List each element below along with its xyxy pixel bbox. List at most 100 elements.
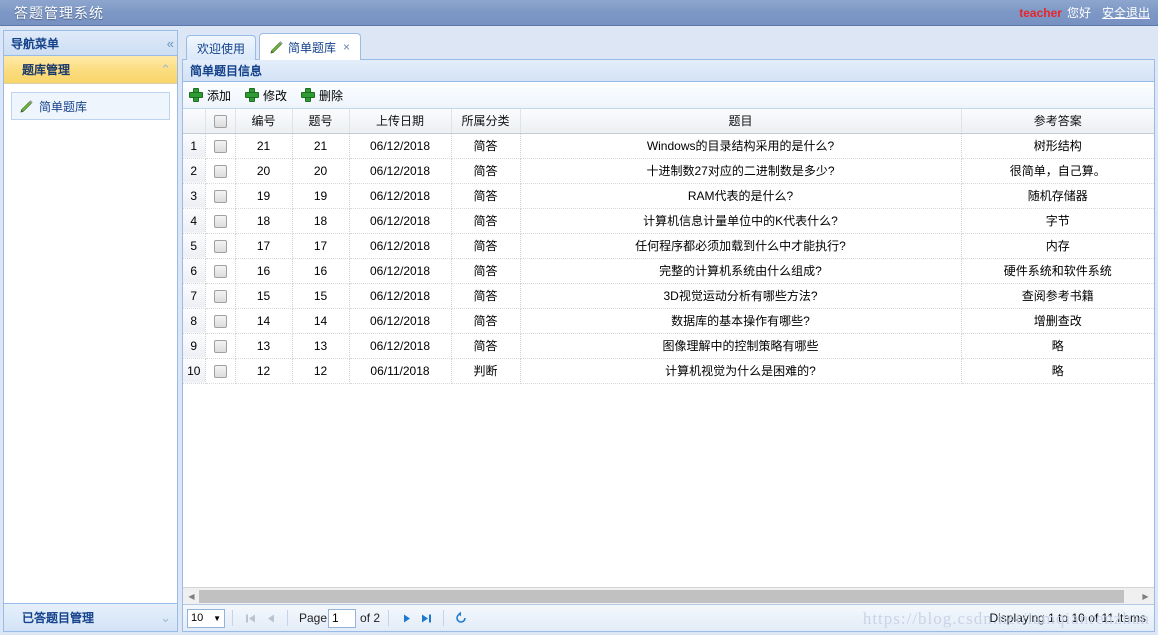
sidebar-title: 导航菜单 [11,36,60,51]
table-row[interactable]: 1 21 21 06/12/2018 简答 Windows的目录结构采用的是什么… [183,133,1154,159]
col-header-question[interactable]: 题目 [520,109,962,134]
cell-question: 十进制数27对应的二进制数是多少? [520,158,962,184]
table-row[interactable]: 7 15 15 06/12/2018 简答 3D视觉运动分析有哪些方法? 查阅参… [183,283,1154,309]
row-checkbox[interactable] [213,189,227,203]
edit-button[interactable]: 修改 [245,87,287,104]
add-button-label: 添加 [207,88,232,103]
table-row[interactable]: 8 14 14 06/12/2018 简答 数据库的基本操作有哪些? 增删查改 [183,308,1154,334]
table-row[interactable]: 5 17 17 06/12/2018 简答 任何程序都必须加载到什么中才能执行?… [183,233,1154,259]
row-number: 6 [183,258,206,284]
add-button[interactable]: 添加 [189,87,231,104]
sidebar-group-answered[interactable]: 已答题目管理 ⌄ [4,603,177,631]
delete-button[interactable]: 删除 [301,87,343,104]
cell-category: 判断 [451,358,521,384]
row-checkbox-cell[interactable] [205,233,236,259]
row-checkbox-cell[interactable] [205,258,236,284]
table-row[interactable]: 2 20 20 06/12/2018 简答 十进制数27对应的二进制数是多少? … [183,158,1154,184]
cell-id: 13 [235,333,293,359]
cell-question: Windows的目录结构采用的是什么? [520,133,962,159]
tab-simple-bank[interactable]: 简单题库 × [259,33,362,60]
cell-question: 完整的计算机系统由什么组成? [520,258,962,284]
cell-qno: 14 [292,308,350,334]
sidebar-group-label: 题库管理 [22,63,71,77]
page-size-select[interactable]: 10 ▼ [187,608,225,628]
scroll-right-icon[interactable]: ▶ [1138,588,1153,604]
cell-qno: 17 [292,233,350,259]
last-page-button[interactable] [416,608,436,628]
row-checkbox-cell[interactable] [205,283,236,309]
app-header: 答题管理系统 teacher 您好 安全退出 [0,0,1158,26]
row-checkbox[interactable] [213,289,227,303]
cell-answer: 略 [961,358,1154,384]
pencil-icon [270,40,283,54]
page-number-input[interactable] [328,608,357,628]
row-checkbox-cell[interactable] [205,308,236,334]
table-body: 1 21 21 06/12/2018 简答 Windows的目录结构采用的是什么… [183,133,1154,384]
cell-date: 06/12/2018 [349,308,452,334]
row-checkbox[interactable] [213,164,227,178]
table-row[interactable]: 6 16 16 06/12/2018 简答 完整的计算机系统由什么组成? 硬件系… [183,258,1154,284]
prev-page-button[interactable] [260,608,280,628]
first-page-button[interactable] [240,608,260,628]
row-number: 3 [183,183,206,209]
row-number: 8 [183,308,206,334]
sidebar-group-question-bank[interactable]: 题库管理 ⌃ [4,56,177,84]
row-number: 4 [183,208,206,234]
cell-answer: 树形结构 [961,133,1154,159]
scroll-left-icon[interactable]: ◀ [184,588,199,604]
close-icon[interactable]: × [343,40,350,54]
cell-category: 简答 [451,158,521,184]
cell-date: 06/12/2018 [349,183,452,209]
horizontal-scrollbar[interactable]: ◀ ▶ [183,587,1154,604]
col-header-select-all[interactable] [205,109,236,134]
logout-link[interactable]: 安全退出 [1102,4,1150,21]
row-checkbox-cell[interactable] [205,358,236,384]
col-header-date[interactable]: 上传日期 [349,109,452,134]
row-number: 5 [183,233,206,259]
select-all-checkbox[interactable] [213,114,227,128]
row-checkbox-cell[interactable] [205,183,236,209]
table-row[interactable]: 10 12 12 06/11/2018 判断 计算机视觉为什么是困难的? 略 [183,358,1154,384]
scrollbar-thumb[interactable] [199,589,1124,603]
col-header-category[interactable]: 所属分类 [451,109,521,134]
refresh-button[interactable] [451,608,471,628]
table-row[interactable]: 3 19 19 06/12/2018 简答 RAM代表的是什么? 随机存储器 [183,183,1154,209]
table-row[interactable]: 4 18 18 06/12/2018 简答 计算机信息计量单位中的K代表什么? … [183,208,1154,234]
cell-date: 06/12/2018 [349,133,452,159]
cell-date: 06/12/2018 [349,283,452,309]
tab-welcome[interactable]: 欢迎使用 [186,35,257,60]
tab-bar: 欢迎使用 简单题库 × [182,30,1155,60]
cell-answer: 很简单，自己算。 [961,158,1154,184]
row-checkbox-cell[interactable] [205,158,236,184]
row-checkbox-cell[interactable] [205,333,236,359]
cell-category: 简答 [451,333,521,359]
row-checkbox[interactable] [213,339,227,353]
tab-label: 欢迎使用 [197,41,246,56]
row-checkbox-cell[interactable] [205,133,236,159]
col-header-qno[interactable]: 题号 [292,109,350,134]
cell-id: 18 [235,208,293,234]
row-checkbox-cell[interactable] [205,208,236,234]
table-row[interactable]: 9 13 13 06/12/2018 简答 图像理解中的控制策略有哪些 略 [183,333,1154,359]
divider [388,610,390,626]
next-page-button[interactable] [396,608,416,628]
cell-id: 16 [235,258,293,284]
cell-date: 06/12/2018 [349,258,452,284]
chevron-down-icon[interactable]: ⌄ [160,611,171,624]
row-checkbox[interactable] [213,314,227,328]
row-checkbox[interactable] [213,364,227,378]
sidebar-item-simple-bank[interactable]: 简单题库 [11,92,170,120]
row-checkbox[interactable] [213,239,227,253]
row-checkbox[interactable] [213,139,227,153]
plus-icon [245,88,260,102]
col-header-id[interactable]: 编号 [235,109,293,134]
scrollbar-track[interactable] [199,588,1138,604]
cell-category: 简答 [451,183,521,209]
col-header-answer[interactable]: 参考答案 [961,109,1154,134]
cell-question: 数据库的基本操作有哪些? [520,308,962,334]
row-checkbox[interactable] [213,264,227,278]
sidebar-collapse-icon[interactable]: « [167,37,174,50]
user-greeting: 您好 [1066,6,1091,20]
chevron-up-icon[interactable]: ⌃ [160,63,171,76]
row-checkbox[interactable] [213,214,227,228]
